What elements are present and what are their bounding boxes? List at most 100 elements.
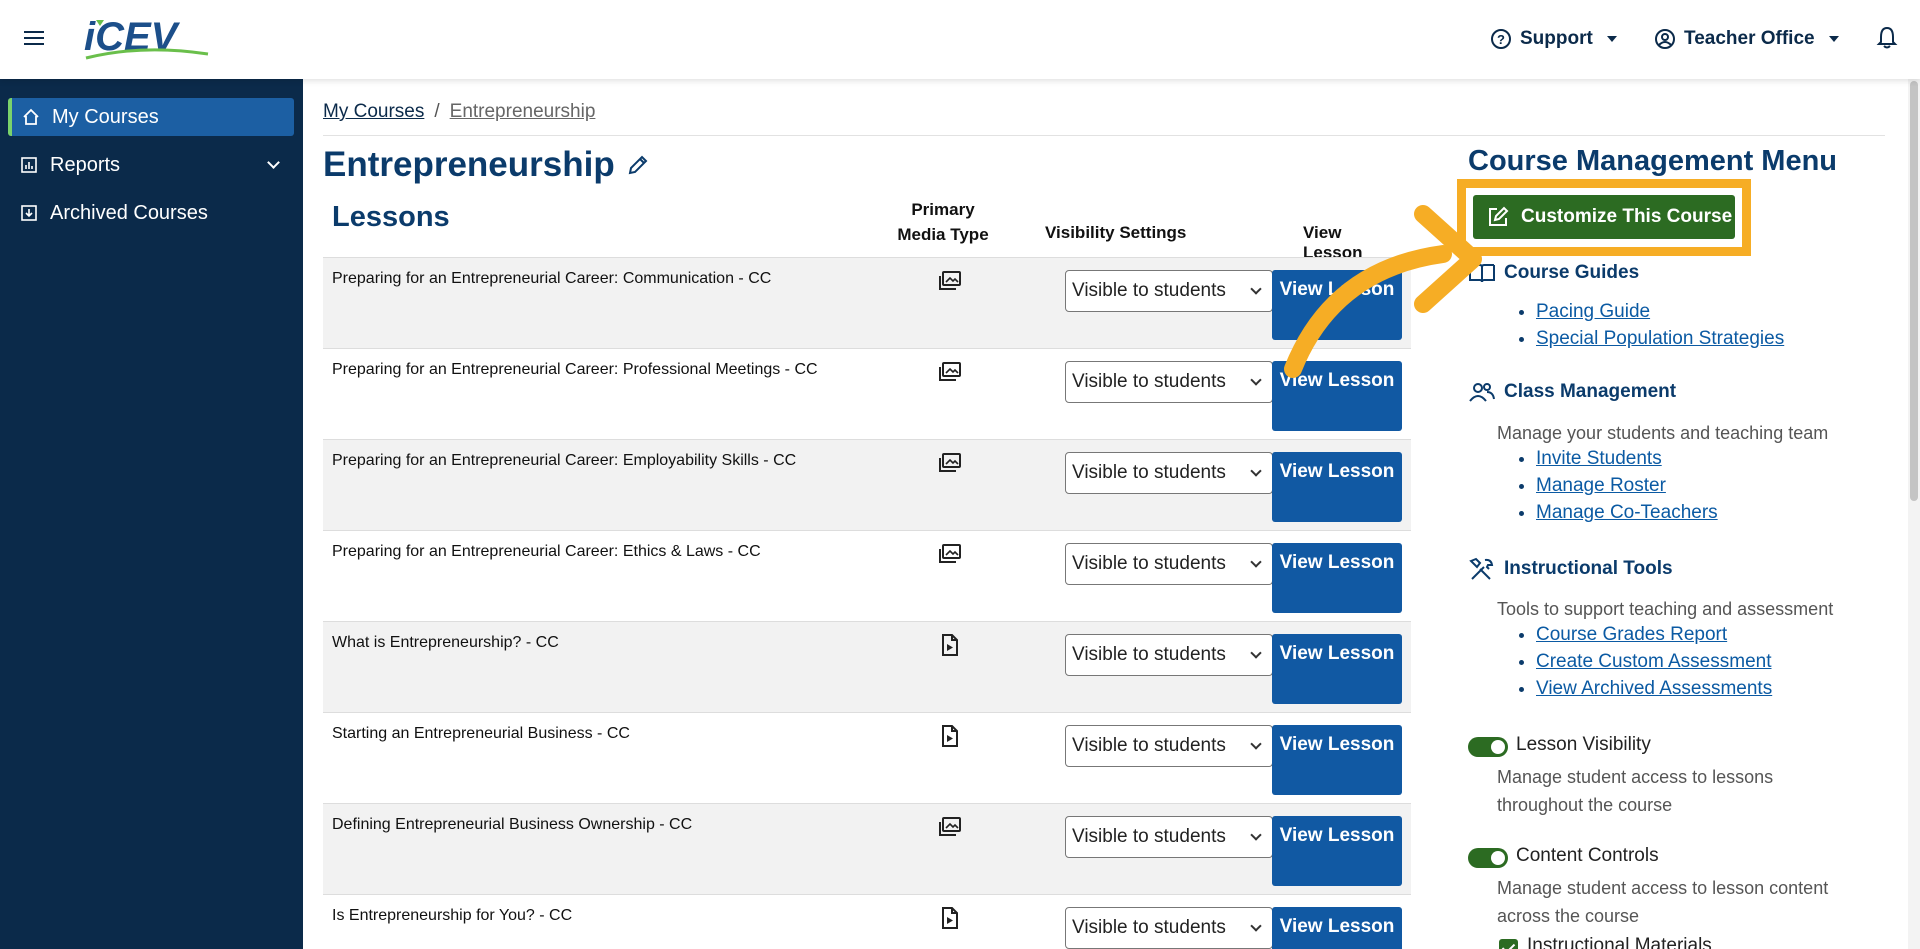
- list-item: Create Custom Assessment: [1536, 651, 1772, 673]
- visibility-select[interactable]: Visible to students: [1065, 543, 1273, 585]
- lesson-title: Preparing for an Entrepreneurial Career:…: [332, 452, 797, 469]
- list-item: Special Population Strategies: [1536, 328, 1784, 350]
- pencil-icon[interactable]: [627, 154, 649, 176]
- visibility-select[interactable]: Visible to students: [1065, 361, 1273, 403]
- slides-icon: [938, 543, 962, 565]
- sidebar-item-my-courses[interactable]: My Courses: [8, 98, 294, 136]
- course-guides-links: Pacing Guide Special Population Strategi…: [1536, 301, 1784, 355]
- course-guides-heading: Course Guides: [1468, 262, 1639, 284]
- col-visibility-header: Visibility Settings: [1045, 223, 1187, 242]
- scrollbar-thumb[interactable]: [1910, 81, 1918, 501]
- chevron-down-icon: [1250, 556, 1262, 568]
- view-lesson-button[interactable]: View Lesson: [1272, 816, 1402, 886]
- customize-course-button[interactable]: Customize This Course: [1473, 195, 1735, 239]
- video-file-icon: [938, 907, 962, 929]
- visibility-select[interactable]: Visible to students: [1065, 452, 1273, 494]
- manage-co-teachers-link[interactable]: Manage Co-Teachers: [1536, 502, 1718, 523]
- view-lesson-button[interactable]: View Lesson: [1272, 634, 1402, 704]
- account-menu[interactable]: Teacher Office: [1654, 24, 1839, 54]
- bell-icon[interactable]: [1876, 26, 1898, 50]
- instructional-materials-label: Instructional Materials: [1527, 935, 1712, 949]
- lessons-table: Preparing for an Entrepreneurial Career:…: [323, 257, 1411, 949]
- video-file-icon: [938, 725, 962, 747]
- table-row: Preparing for an Entrepreneurial Career:…: [323, 530, 1411, 621]
- slides-icon: [938, 816, 962, 838]
- special-population-strategies-link[interactable]: Special Population Strategies: [1536, 328, 1784, 349]
- breadcrumb-my-courses[interactable]: My Courses: [323, 101, 424, 123]
- list-item: Manage Roster: [1536, 475, 1718, 497]
- visibility-value: Visible to students: [1072, 735, 1226, 756]
- chevron-down-icon: [1250, 465, 1262, 477]
- visibility-value: Visible to students: [1072, 371, 1226, 392]
- view-lesson-button[interactable]: View Lesson: [1272, 907, 1402, 949]
- view-lesson-button[interactable]: View Lesson: [1272, 452, 1402, 522]
- archive-icon: [21, 205, 37, 221]
- page-title: Entrepreneurship: [323, 145, 649, 185]
- sidebar-item-label: My Courses: [52, 105, 159, 128]
- visibility-value: Visible to students: [1072, 462, 1226, 483]
- visibility-select[interactable]: Visible to students: [1065, 816, 1273, 858]
- lesson-title: Is Entrepreneurship for You? - CC: [332, 907, 573, 924]
- sidebar-item-reports[interactable]: Reports: [8, 146, 294, 184]
- visibility-select[interactable]: Visible to students: [1065, 725, 1273, 767]
- view-lesson-button[interactable]: View Lesson: [1272, 361, 1402, 431]
- visibility-value: Visible to students: [1072, 553, 1226, 574]
- breadcrumb-separator: /: [434, 101, 440, 122]
- list-item: View Archived Assessments: [1536, 678, 1772, 700]
- menu-icon[interactable]: [24, 31, 44, 47]
- chevron-down-icon: [1250, 647, 1262, 659]
- home-icon: [23, 108, 39, 125]
- visibility-select[interactable]: Visible to students: [1065, 907, 1273, 949]
- pacing-guide-link[interactable]: Pacing Guide: [1536, 301, 1650, 322]
- support-menu[interactable]: ? Support: [1490, 24, 1617, 54]
- list-item: Invite Students: [1536, 448, 1718, 470]
- lesson-visibility-description: Manage student access to lessons through…: [1497, 767, 1774, 815]
- slides-icon: [938, 361, 962, 383]
- create-custom-assessment-link[interactable]: Create Custom Assessment: [1536, 651, 1771, 672]
- chevron-down-icon: [1250, 829, 1262, 841]
- view-archived-assessments-link[interactable]: View Archived Assessments: [1536, 678, 1772, 699]
- visibility-value: Visible to students: [1072, 644, 1226, 665]
- breadcrumb-current[interactable]: Entrepreneurship: [450, 101, 596, 123]
- visibility-select[interactable]: Visible to students: [1065, 634, 1273, 676]
- table-row: Is Entrepreneurship for You? - CC Visible…: [323, 894, 1411, 949]
- visibility-value: Visible to students: [1072, 280, 1226, 301]
- view-lesson-button[interactable]: View Lesson: [1272, 270, 1402, 340]
- col-media-header: Primary Media Type: [897, 200, 989, 244]
- invite-students-link[interactable]: Invite Students: [1536, 448, 1662, 469]
- divider: [323, 135, 1885, 136]
- instructional-tools-links: Course Grades Report Create Custom Asses…: [1536, 624, 1772, 705]
- icev-logo[interactable]: iCEV: [82, 14, 212, 64]
- instructional-materials-checkbox[interactable]: [1499, 939, 1518, 949]
- svg-text:?: ?: [1497, 32, 1505, 47]
- user-icon: [1655, 29, 1675, 49]
- scrollbar[interactable]: [1908, 79, 1920, 949]
- visibility-select[interactable]: Visible to students: [1065, 270, 1273, 312]
- lesson-title: Starting an Entrepreneurial Business - C…: [332, 725, 630, 742]
- lesson-title: Defining Entrepreneurial Business Owners…: [332, 816, 693, 833]
- lesson-title: Preparing for an Entrepreneurial Career:…: [332, 543, 761, 560]
- manage-roster-link[interactable]: Manage Roster: [1536, 475, 1666, 496]
- class-management-label: Class Management: [1504, 381, 1677, 402]
- chevron-down-icon: [1250, 920, 1262, 932]
- sidebar-item-label: Reports: [50, 153, 121, 176]
- view-lesson-button[interactable]: View Lesson: [1272, 543, 1402, 613]
- course-grades-report-link[interactable]: Course Grades Report: [1536, 624, 1727, 645]
- course-title: Entrepreneurship: [323, 145, 615, 184]
- visibility-value: Visible to students: [1072, 826, 1226, 847]
- chevron-down-icon: [1250, 738, 1262, 750]
- content-controls-toggle[interactable]: [1468, 848, 1508, 868]
- sidebar-item-archived-courses[interactable]: Archived Courses: [8, 194, 294, 232]
- lessons-heading: Lessons: [332, 201, 450, 233]
- chart-icon: [21, 157, 37, 173]
- customize-label: Customize This Course: [1521, 206, 1733, 227]
- support-label: Support: [1520, 28, 1593, 49]
- slides-icon: [938, 270, 962, 292]
- view-lesson-button[interactable]: View Lesson: [1272, 725, 1402, 795]
- chevron-down-icon[interactable]: [267, 156, 280, 169]
- class-management-description: Manage your students and teaching team: [1497, 423, 1829, 443]
- table-row: Preparing for an Entrepreneurial Career:…: [323, 257, 1411, 348]
- top-header: iCEV ? Support Teacher Office: [0, 0, 1920, 79]
- lesson-visibility-toggle[interactable]: [1468, 737, 1508, 757]
- lesson-title: What is Entrepreneurship? - CC: [332, 634, 559, 651]
